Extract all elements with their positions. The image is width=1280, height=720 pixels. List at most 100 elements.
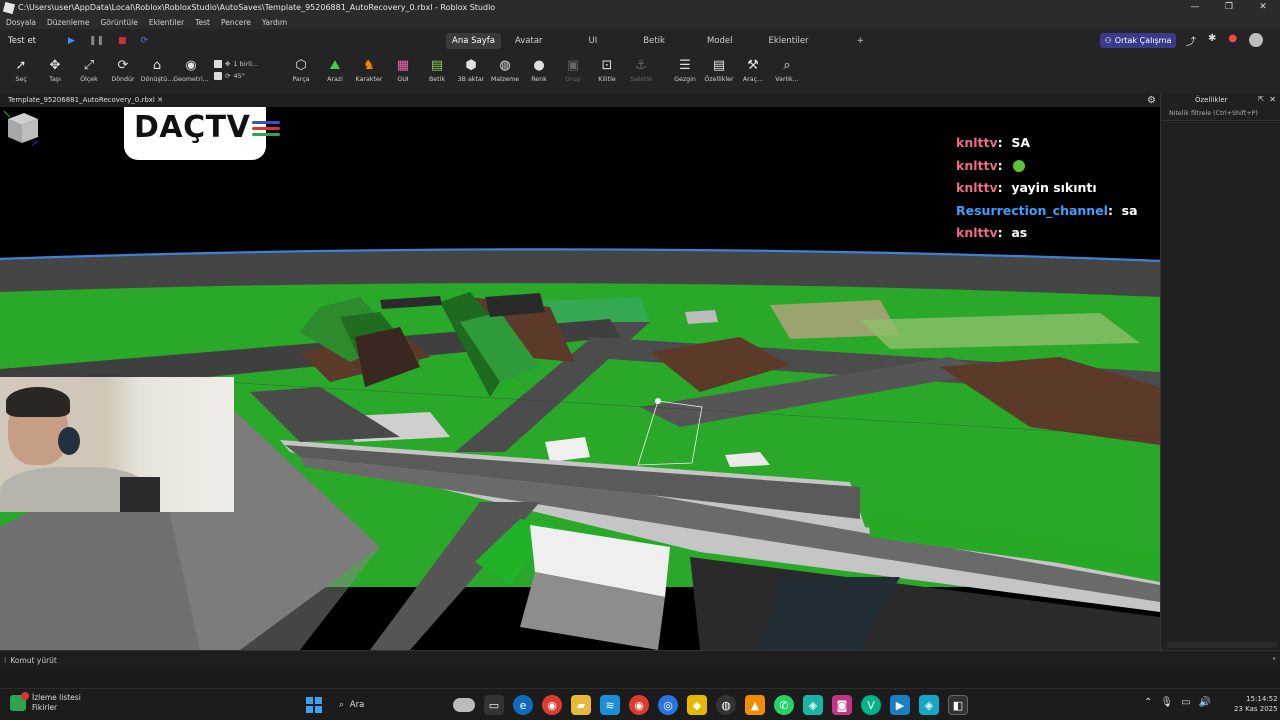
tool-geometry[interactable]: ◉ Geometri... [173, 58, 208, 83]
command-prompt-icon: ⁝ [4, 656, 7, 665]
menu-test[interactable]: Test [195, 18, 210, 27]
app-icon-cyan[interactable]: ◈ [919, 695, 939, 715]
volume-icon[interactable]: 🔊 [1199, 697, 1211, 708]
tool-gui[interactable]: ▦ GUI [386, 58, 420, 83]
stocks-icon [10, 692, 29, 711]
menu-view[interactable]: Görüntüle [100, 18, 137, 27]
tray-chevron-icon[interactable]: ⌃ [1144, 697, 1152, 708]
tab-script[interactable]: Betik [637, 33, 671, 49]
snap-rotate-row[interactable]: ⟳ 45° [214, 72, 276, 80]
chrome-icon[interactable]: ◉ [542, 695, 562, 715]
window-controls: — ❐ ✕ [1178, 0, 1280, 15]
tool-script[interactable]: ▤ Betik [420, 58, 454, 83]
snap-rotate-checkbox[interactable] [214, 72, 222, 80]
command-bar[interactable]: ⁝ Komut yürüt ▸ [0, 650, 1280, 670]
maximize-button[interactable]: ❐ [1212, 0, 1246, 15]
properties-filter-input[interactable]: Nitelik filtrele (Ctrl+Shift+P) [1161, 107, 1280, 121]
tool-explorer[interactable]: ☰ Gezgin [668, 58, 702, 83]
collaboration-button[interactable]: ⚇ Ortak Çalışma [1100, 33, 1176, 48]
tool-toolbox[interactable]: ⚒ Araç... [736, 58, 770, 83]
obs-icon[interactable]: ◍ [716, 695, 736, 715]
tool-anchor[interactable]: ⚓ Sabitle [624, 58, 658, 83]
tab-model[interactable]: Model [701, 33, 739, 49]
lock-icon: ⊡ [601, 58, 613, 73]
file-explorer-icon[interactable]: ▰ [571, 695, 591, 715]
tab-add[interactable]: + [851, 33, 870, 49]
app-icon-blue[interactable]: ≋ [600, 695, 620, 715]
instagram-icon[interactable]: ◙ [832, 695, 852, 715]
menu-help[interactable]: Yardım [262, 18, 287, 27]
tool-import-3d[interactable]: ⬢ 3B aktar [454, 58, 488, 83]
edge-browser-icon[interactable]: e [513, 695, 533, 715]
stop-icon[interactable]: ■ [118, 36, 127, 46]
close-button[interactable]: ✕ [1246, 0, 1280, 15]
roblox-studio-taskbar-icon[interactable]: ◧ [948, 695, 968, 715]
snap-move-checkbox[interactable] [214, 60, 222, 68]
tool-group[interactable]: ▣ Grup [556, 58, 590, 83]
tool-terrain[interactable]: ⛰ Arazi [318, 58, 352, 83]
viewport-settings-icon[interactable]: ⚙ [1147, 95, 1156, 106]
play-icon[interactable]: ▶ [68, 36, 75, 46]
menu-plugins[interactable]: Eklentiler [149, 18, 184, 27]
popout-icon[interactable]: ⇱ [1258, 95, 1264, 103]
play-options-icon[interactable]: ⟳ [141, 36, 149, 46]
channel-logo: DAÇTV [124, 107, 281, 160]
tool-transform[interactable]: ⌂ Dönüştü... [140, 58, 174, 83]
taskbar-apps: ⌕ Ara ▭ e ◉ ▰ ≋ ◉ ◎ ◆ ◍ ▲ ✆ ◈ ◙ V ▶ ◈ ◧ [304, 694, 968, 716]
tab-home[interactable]: Ana Sayfa [446, 32, 501, 49]
app-icon-teal[interactable]: ◈ [803, 695, 823, 715]
vine-app-icon[interactable]: V [861, 695, 881, 715]
chat-message: knlttv: as [956, 225, 1028, 241]
layers-app-icon[interactable]: ◆ [687, 695, 707, 715]
logo-text: DAÇTV [134, 110, 251, 145]
tool-material[interactable]: ◍ Malzeme [488, 58, 522, 83]
snap-move-value[interactable]: 1 birli... [233, 60, 258, 68]
view-cube-icon[interactable] [0, 107, 40, 147]
signal-icon[interactable]: ◎ [658, 695, 678, 715]
tool-scale[interactable]: ⤢ Ölçek [72, 58, 106, 83]
3d-viewport[interactable]: DAÇTV knlttv: SA knlttv: knlttv: yayin s… [0, 107, 1160, 650]
home-toolbar: ➚ Seç ✥ Taşı ⤢ Ölçek ⟳ Döndür ⌂ Dönüştü.… [0, 52, 1280, 93]
pause-icon[interactable]: ❚❚ [89, 36, 104, 46]
tool-lock[interactable]: ⊡ Kilitle [590, 58, 624, 83]
notification-bell-icon[interactable]: ● [1228, 33, 1237, 48]
command-input[interactable]: Komut yürüt [10, 656, 57, 665]
taskbar-clock[interactable]: 15:14:52 23 Kas 2025 [1234, 694, 1278, 714]
test-mode-dropdown[interactable]: Test et [8, 36, 64, 46]
menu-edit[interactable]: Düzenleme [47, 18, 89, 27]
user-avatar[interactable] [1249, 33, 1264, 47]
taskbar-search[interactable]: ⌕ Ara [333, 694, 475, 716]
tool-select[interactable]: ➚ Seç [4, 58, 38, 83]
settings-sparkle-icon[interactable]: ✱ [1208, 33, 1216, 48]
microphone-icon[interactable]: 🎙 [1160, 697, 1173, 708]
chrome-profile-icon[interactable]: ◉ [629, 695, 649, 715]
whatsapp-icon[interactable]: ✆ [774, 695, 794, 715]
snap-rotate-value[interactable]: 45° [233, 72, 245, 80]
watchlist-widget[interactable]: İzleme listesi Fikirler [10, 692, 81, 713]
network-icon[interactable]: ▭ [1181, 697, 1190, 708]
snap-move-row[interactable]: ✥ 1 birli... [214, 60, 276, 68]
tool-asset-manager[interactable]: ⌕ Varlık... [770, 58, 804, 83]
vlc-icon[interactable]: ▲ [745, 695, 765, 715]
task-view-icon[interactable]: ▭ [484, 695, 504, 715]
share-icon[interactable]: ⤴ [1186, 33, 1196, 48]
tool-color[interactable]: ● Renk [522, 58, 556, 83]
menu-file[interactable]: Dosyala [6, 18, 36, 27]
command-scroll-icon[interactable]: ▸ [1273, 655, 1276, 662]
document-tab[interactable]: Template_95206881_AutoRecovery_0.rbxl ✕ [8, 96, 163, 104]
tool-properties[interactable]: ▤ Özellikler [702, 58, 736, 83]
close-panel-icon[interactable]: ✕ [1269, 95, 1276, 104]
tool-character[interactable]: ♞ Karakter [352, 58, 386, 83]
minimize-button[interactable]: — [1178, 0, 1212, 15]
tool-label: Karakter [355, 76, 383, 83]
tool-rotate[interactable]: ⟳ Döndür [106, 58, 140, 83]
video-app-icon[interactable]: ▶ [890, 695, 910, 715]
tab-plugins[interactable]: Eklentiler [763, 33, 815, 49]
tab-ui[interactable]: UI [583, 33, 604, 49]
tool-part[interactable]: ⬡ Parça [284, 58, 318, 83]
menu-window[interactable]: Pencere [221, 18, 251, 27]
properties-scrollbar[interactable] [1167, 642, 1277, 648]
tool-move[interactable]: ✥ Taşı [38, 58, 72, 83]
windows-start-icon[interactable] [304, 695, 324, 715]
tab-avatar[interactable]: Avatar [509, 33, 549, 49]
